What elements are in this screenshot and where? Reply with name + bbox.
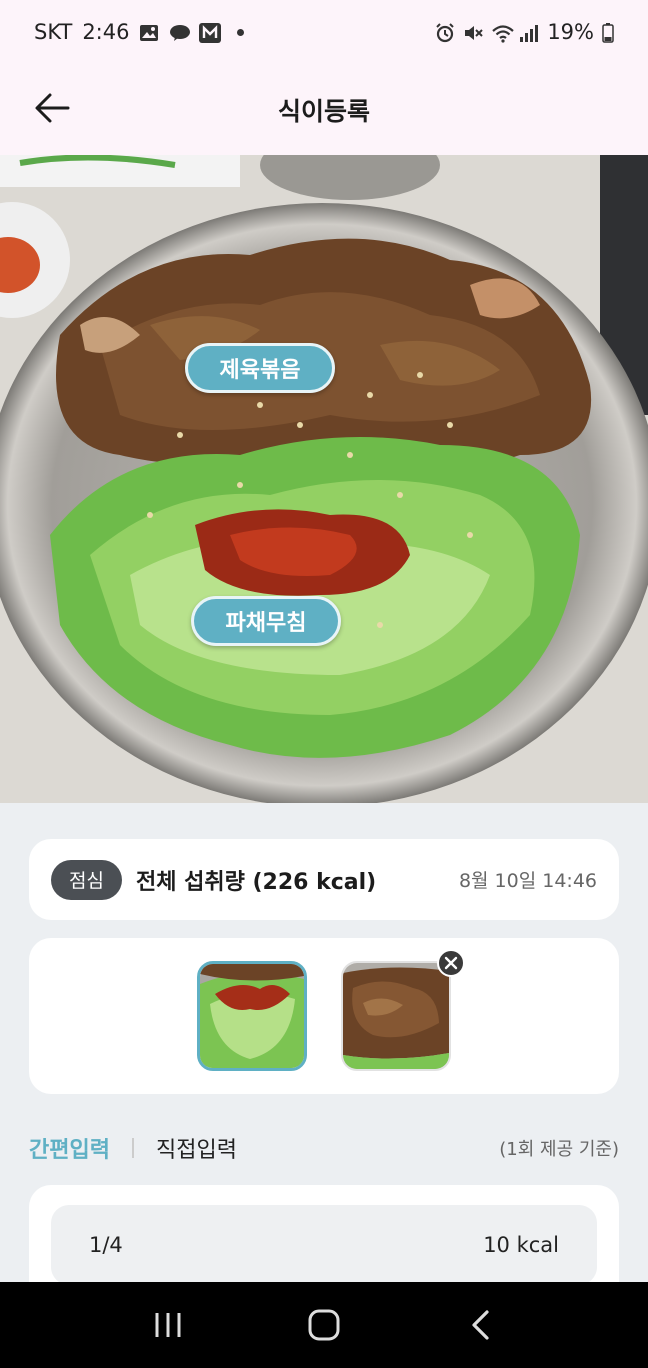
kakaotalk-icon (169, 23, 191, 41)
recent-apps-button[interactable] (138, 1295, 198, 1355)
system-back-icon (472, 1310, 489, 1340)
carrier-label: SKT (34, 20, 73, 44)
back-arrow-icon (35, 93, 70, 123)
recent-apps-icon (155, 1313, 181, 1337)
back-button[interactable] (28, 84, 76, 132)
notification-dot (237, 28, 245, 36)
alarm-icon (435, 23, 455, 43)
app-bar: 식이등록 (0, 64, 648, 155)
signal-icon (519, 23, 539, 42)
meal-badge[interactable]: 점심 (51, 859, 122, 900)
meal-datetime[interactable]: 8월 10일 14:46 (459, 866, 597, 893)
battery-percent: 19% (547, 20, 594, 44)
tab-manual-input[interactable]: 직접입력 (156, 1132, 237, 1164)
food-tag-jeyuk[interactable]: 제육볶음 (185, 343, 335, 393)
jeyuk-thumbnail-image (343, 963, 449, 1069)
food-thumbnail-jeyuk[interactable] (341, 961, 451, 1071)
close-icon (444, 956, 458, 970)
system-nav-bar (0, 1282, 648, 1368)
gallery-icon (139, 23, 159, 41)
page-title: 식이등록 (277, 96, 370, 126)
portion-kcal: 10 kcal (483, 1233, 559, 1257)
system-back-button[interactable] (450, 1295, 510, 1355)
wifi-icon (491, 23, 515, 43)
tab-divider (131, 1138, 134, 1158)
food-thumbnails-card (29, 938, 619, 1094)
mute-icon (463, 23, 484, 41)
intake-summary-card: 점심 전체 섭취량 (226 kcal) 8월 10일 14:46 (29, 839, 619, 920)
food-photo: 제육볶음 파채무침 (0, 155, 648, 803)
food-thumbnail-pachae[interactable] (197, 961, 307, 1071)
tab-quick-input[interactable]: 간편입력 (29, 1132, 110, 1164)
status-bar: SKT 2:46 19% (0, 0, 648, 64)
food-tag-pachae[interactable]: 파채무침 (191, 596, 341, 646)
mstock-icon (199, 23, 222, 43)
remove-thumbnail-button[interactable] (437, 949, 465, 977)
portion-option[interactable]: 1/4 10 kcal (51, 1205, 597, 1285)
home-button[interactable] (294, 1295, 354, 1355)
clock: 2:46 (82, 20, 130, 44)
portion-amount: 1/4 (89, 1233, 123, 1257)
serving-basis-note: (1회 제공 기준) (499, 1139, 619, 1160)
total-intake-title: 전체 섭취량 (226 kcal) (135, 869, 377, 895)
input-mode-tabs: 간편입력 직접입력 (1회 제공 기준) (29, 1128, 619, 1168)
pachae-thumbnail-image (200, 964, 304, 1068)
food-photo-image (0, 155, 648, 803)
battery-icon (602, 23, 614, 43)
home-icon (308, 1309, 340, 1341)
